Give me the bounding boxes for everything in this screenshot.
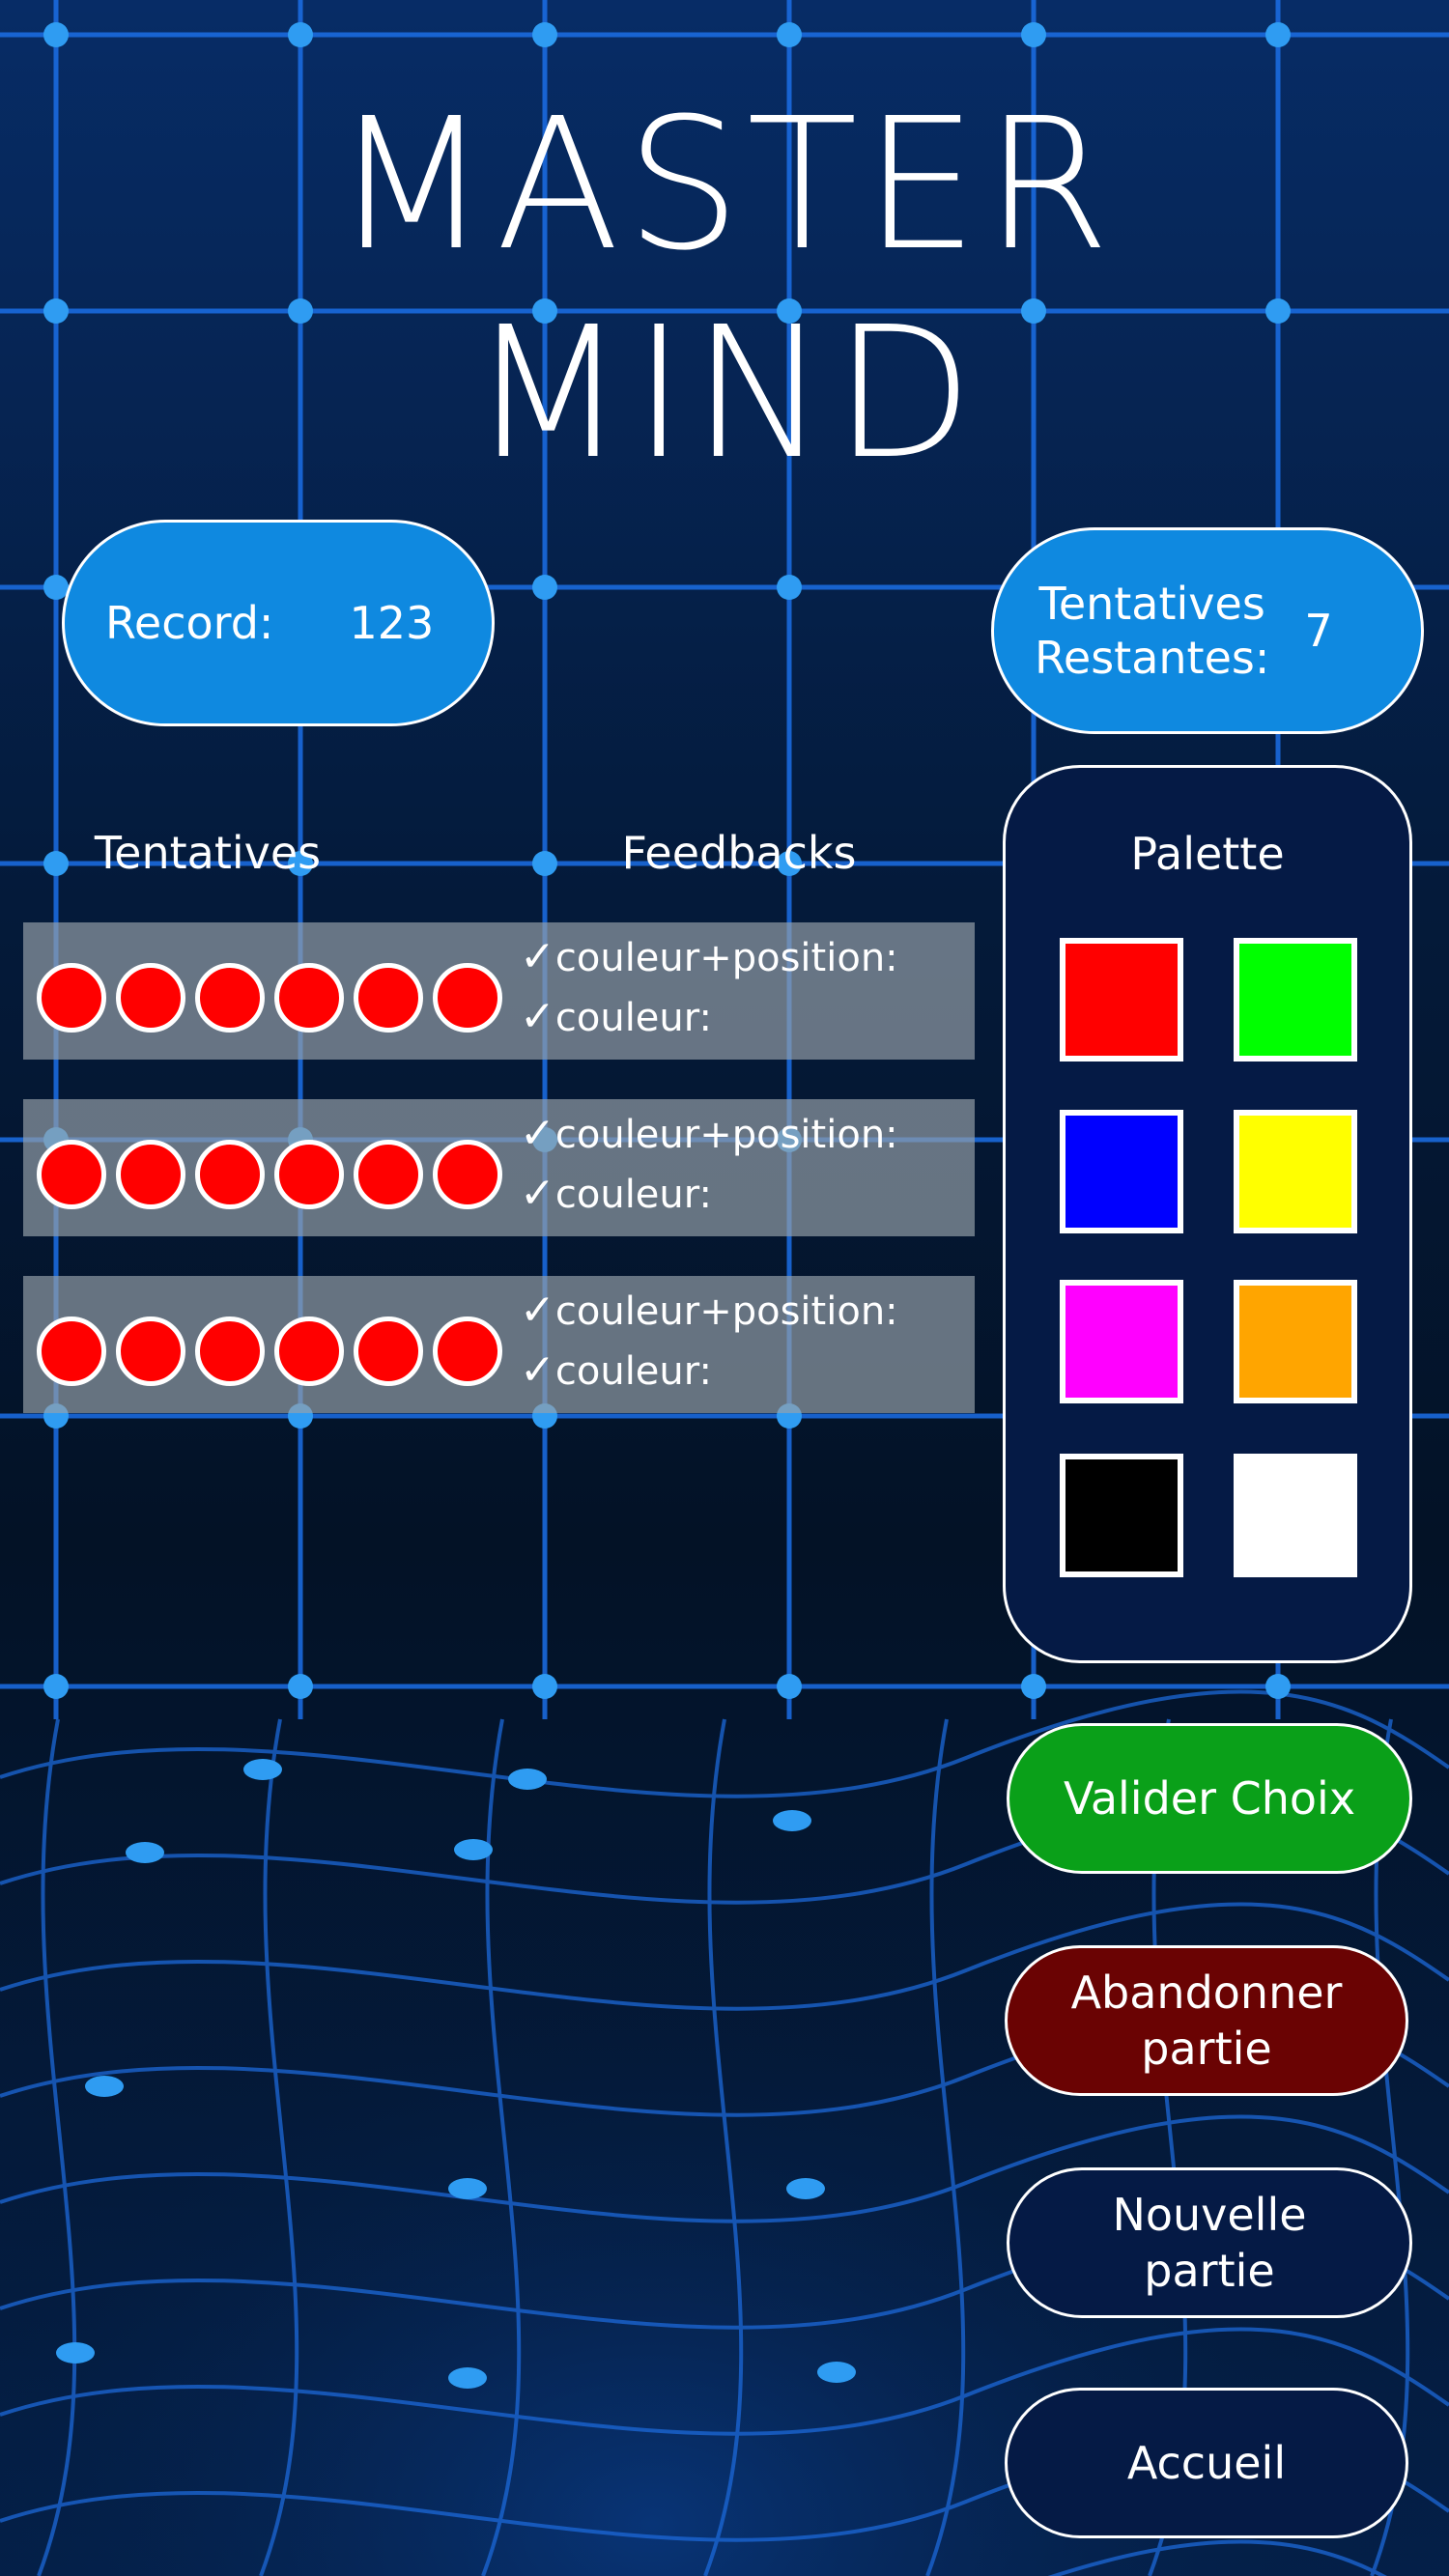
attempt-peg[interactable] xyxy=(116,963,185,1033)
attempt-pegs xyxy=(37,963,512,1033)
attempt-peg[interactable] xyxy=(274,1316,344,1386)
attempt-peg[interactable] xyxy=(37,1140,106,1209)
check-icon: ✓ xyxy=(520,1109,555,1158)
feedback-label: couleur+position: xyxy=(554,1289,898,1334)
validate-choice-button[interactable]: Valider Choix xyxy=(1007,1723,1412,1874)
remaining-label-line1: Tentatives xyxy=(1038,578,1265,630)
palette-swatch[interactable] xyxy=(1060,1454,1183,1577)
attempt-peg[interactable] xyxy=(195,963,265,1033)
attempt-row: ✓couleur+position: ✓couleur: xyxy=(23,1099,975,1236)
record-value: 123 xyxy=(349,597,435,649)
check-icon: ✓ xyxy=(520,932,555,981)
check-icon: ✓ xyxy=(520,1286,555,1335)
remaining-attempts-box: Tentatives Restantes: 7 xyxy=(991,527,1424,734)
feedbacks-column-header: Feedbacks xyxy=(621,827,857,879)
new-game-label-line2: partie xyxy=(1144,2245,1275,2297)
remaining-attempts-value: 7 xyxy=(1304,605,1333,657)
attempt-peg[interactable] xyxy=(274,963,344,1033)
palette-swatch[interactable] xyxy=(1060,1110,1183,1233)
attempt-peg[interactable] xyxy=(37,1316,106,1386)
palette-swatch[interactable] xyxy=(1060,1280,1183,1403)
feedback-label: couleur+position: xyxy=(554,1113,898,1157)
home-label: Accueil xyxy=(1126,2437,1287,2489)
feedback-label: couleur: xyxy=(554,1349,712,1394)
attempt-peg[interactable] xyxy=(195,1140,265,1209)
attempt-peg[interactable] xyxy=(37,963,106,1033)
attempt-row: ✓couleur+position: ✓couleur: xyxy=(23,922,975,1060)
palette-swatch[interactable] xyxy=(1234,1110,1357,1233)
record-label: Record: xyxy=(105,597,274,649)
palette-swatch[interactable] xyxy=(1060,938,1183,1062)
record-box: Record: 123 xyxy=(62,520,495,726)
check-icon: ✓ xyxy=(520,1169,555,1218)
remaining-label-line2: Restantes: xyxy=(1035,632,1270,684)
feedback-color: ✓couleur: xyxy=(520,1347,712,1395)
attempt-pegs xyxy=(37,1140,512,1209)
attempt-peg[interactable] xyxy=(433,1140,502,1209)
page-title-line2: MIND xyxy=(469,288,980,499)
color-palette: Palette xyxy=(1003,765,1412,1663)
home-button[interactable]: Accueil xyxy=(1005,2388,1408,2538)
abandon-game-button[interactable]: Abandonner partie xyxy=(1005,1945,1408,2096)
new-game-button[interactable]: Nouvelle partie xyxy=(1007,2167,1412,2318)
abandon-label-line2: partie xyxy=(1141,2023,1272,2075)
check-icon: ✓ xyxy=(520,992,555,1041)
palette-swatch[interactable] xyxy=(1234,1454,1357,1577)
feedback-color-position: ✓couleur+position: xyxy=(520,1288,898,1335)
feedback-color-position: ✓couleur+position: xyxy=(520,934,898,981)
validate-choice-label: Valider Choix xyxy=(1063,1772,1356,1825)
attempt-peg[interactable] xyxy=(116,1316,185,1386)
feedback-label: couleur+position: xyxy=(554,936,898,980)
attempt-peg[interactable] xyxy=(116,1140,185,1209)
attempt-peg[interactable] xyxy=(354,1316,423,1386)
palette-swatch[interactable] xyxy=(1234,938,1357,1062)
feedback-color: ✓couleur: xyxy=(520,994,712,1041)
palette-title: Palette xyxy=(1130,828,1285,880)
palette-swatch[interactable] xyxy=(1234,1280,1357,1403)
attempt-peg[interactable] xyxy=(433,963,502,1033)
feedback-color-position: ✓couleur+position: xyxy=(520,1111,898,1158)
attempt-peg[interactable] xyxy=(354,1140,423,1209)
attempt-peg[interactable] xyxy=(274,1140,344,1209)
page-title-line1: MASTER xyxy=(332,79,1117,291)
attempt-peg[interactable] xyxy=(433,1316,502,1386)
feedback-color: ✓couleur: xyxy=(520,1171,712,1218)
attempt-pegs xyxy=(37,1316,512,1386)
check-icon: ✓ xyxy=(520,1345,555,1395)
feedback-label: couleur: xyxy=(554,996,712,1040)
attempt-row: ✓couleur+position: ✓couleur: xyxy=(23,1276,975,1413)
remaining-attempts-label: Tentatives Restantes: xyxy=(1035,577,1269,685)
attempt-peg[interactable] xyxy=(354,963,423,1033)
attempts-column-header: Tentatives xyxy=(94,827,322,879)
abandon-label-line1: Abandonner xyxy=(1070,1967,1343,2019)
new-game-label-line1: Nouvelle xyxy=(1112,2189,1307,2241)
feedback-label: couleur: xyxy=(554,1173,712,1217)
attempt-peg[interactable] xyxy=(195,1316,265,1386)
